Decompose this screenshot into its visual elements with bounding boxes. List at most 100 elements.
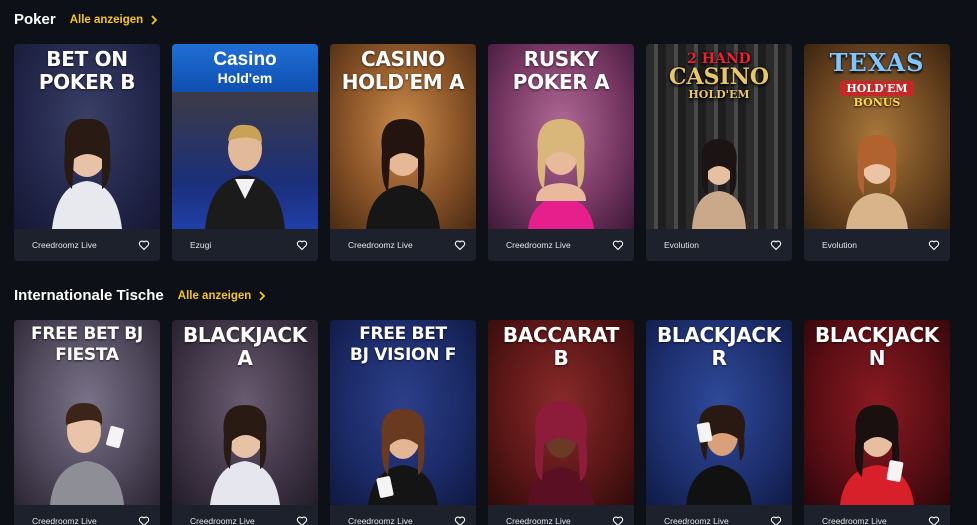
game-card[interactable]: BLACKJACK R Creedroomz Live: [646, 320, 792, 525]
logo-line: CASINO: [668, 64, 770, 90]
game-card[interactable]: Casino Hold'em Ezugi: [172, 44, 318, 261]
dealer-figure: [528, 401, 594, 505]
game-thumbnail: RUSKY POKER A: [488, 44, 634, 229]
provider-name: Creedroomz Live: [32, 240, 97, 250]
game-thumbnail: BLACKJACK R: [646, 320, 792, 505]
chevron-right-icon: [151, 14, 158, 25]
game-logo: TEXAS HOLD'EM BONUS: [804, 48, 950, 109]
game-title: BLACKJACK A: [182, 323, 308, 370]
heart-outline-icon: [296, 516, 307, 525]
dealer-figure: [368, 409, 438, 505]
provider-name: Creedroomz Live: [822, 516, 887, 525]
favorite-button[interactable]: [295, 515, 308, 525]
game-meta: Creedroomz Live: [14, 505, 160, 525]
heart-outline-icon: [296, 240, 307, 251]
game-title: FREE BET BJ FIESTA: [31, 324, 143, 365]
game-title: RUSKY POKER A: [512, 47, 610, 94]
dealer-figure: [366, 119, 440, 229]
game-title: BLACKJACK R: [656, 323, 782, 370]
game-title: BLACKJACK N: [814, 323, 940, 370]
favorite-button[interactable]: [137, 515, 150, 525]
favorite-button[interactable]: [927, 239, 940, 252]
favorite-button[interactable]: [611, 239, 624, 252]
game-card[interactable]: RUSKY POKER A Creedroomz Live: [488, 44, 634, 261]
favorite-button[interactable]: [927, 515, 940, 525]
game-logo: Casino Hold'em: [172, 44, 318, 92]
see-all-link[interactable]: Alle anzeigen: [70, 14, 159, 26]
game-thumbnail: BLACKJACK A: [172, 320, 318, 505]
game-meta: Evolution: [804, 229, 950, 261]
game-meta: Creedroomz Live: [804, 505, 950, 525]
game-card[interactable]: 2 HAND CASINO HOLD'EM Evolution: [646, 44, 792, 261]
game-thumbnail: BLACKJACK N: [804, 320, 950, 505]
game-thumbnail: BACCARAT B: [488, 320, 634, 505]
heart-outline-icon: [770, 516, 781, 525]
provider-name: Creedroomz Live: [348, 240, 413, 250]
heart-outline-icon: [928, 516, 939, 525]
provider-name: Ezugi: [190, 240, 212, 250]
heart-outline-icon: [612, 516, 623, 525]
game-card[interactable]: CASINO HOLD'EM A Creedroomz Live: [330, 44, 476, 261]
favorite-button[interactable]: [769, 515, 782, 525]
game-thumbnail: 2 HAND CASINO HOLD'EM: [646, 44, 792, 229]
game-card[interactable]: BET ON POKER B Creedroomz Live: [14, 44, 160, 261]
dealer-figure: [52, 118, 122, 229]
game-thumbnail: FREE BET BJ VISION F: [330, 320, 476, 505]
game-card[interactable]: FREE BET BJ FIESTA Creedroomz Live: [14, 320, 160, 525]
favorite-button[interactable]: [295, 239, 308, 252]
game-card[interactable]: TEXAS HOLD'EM BONUS Evolution: [804, 44, 950, 261]
game-meta: Creedroomz Live: [330, 229, 476, 261]
provider-name: Creedroomz Live: [506, 516, 571, 525]
dealer-figure: [205, 124, 285, 229]
favorite-button[interactable]: [769, 239, 782, 252]
game-meta: Creedroomz Live: [488, 229, 634, 261]
game-meta: Creedroomz Live: [646, 505, 792, 525]
dealer-figure: [686, 405, 752, 505]
game-meta: Creedroomz Live: [488, 505, 634, 525]
provider-name: Creedroomz Live: [348, 516, 413, 525]
see-all-label: Alle anzeigen: [177, 289, 252, 302]
game-thumbnail: CASINO HOLD'EM A: [330, 44, 476, 229]
provider-name: Creedroomz Live: [664, 516, 729, 525]
game-row-international-tables: FREE BET BJ FIESTA Creedroomz Live BLACK…: [14, 320, 950, 525]
game-thumbnail: FREE BET BJ FIESTA: [14, 320, 160, 505]
favorite-button[interactable]: [137, 239, 150, 252]
see-all-link[interactable]: Alle anzeigen: [178, 290, 267, 302]
game-thumbnail: BET ON POKER B: [14, 44, 160, 229]
provider-name: Evolution: [664, 240, 699, 250]
heart-outline-icon: [928, 240, 939, 251]
dealer-figure: [210, 405, 280, 505]
heart-outline-icon: [612, 240, 623, 251]
dealer-figure: [528, 119, 594, 229]
section-title: Internationale Tische: [14, 287, 164, 304]
dealer-figure: [840, 405, 914, 505]
favorite-button[interactable]: [453, 239, 466, 252]
game-meta: Evolution: [646, 229, 792, 261]
game-row-poker: BET ON POKER B Creedroomz Live Casino Ho…: [14, 44, 950, 261]
game-title: BET ON POKER B: [38, 47, 136, 94]
game-title: FREE BET BJ VISION F: [349, 324, 457, 365]
favorite-button[interactable]: [611, 515, 624, 525]
favorite-button[interactable]: [453, 515, 466, 525]
see-all-label: Alle anzeigen: [69, 13, 144, 26]
game-card[interactable]: BACCARAT B Creedroomz Live: [488, 320, 634, 525]
game-meta: Creedroomz Live: [172, 505, 318, 525]
game-card[interactable]: BLACKJACK N Creedroomz Live: [804, 320, 950, 525]
provider-name: Creedroomz Live: [190, 516, 255, 525]
game-meta: Creedroomz Live: [330, 505, 476, 525]
logo-line: HOLD'EM: [840, 81, 914, 96]
heart-outline-icon: [138, 240, 149, 251]
provider-name: Creedroomz Live: [506, 240, 571, 250]
game-meta: Ezugi: [172, 229, 318, 261]
logo-line: HOLD'EM: [688, 88, 750, 101]
provider-name: Evolution: [822, 240, 857, 250]
game-card[interactable]: BLACKJACK A Creedroomz Live: [172, 320, 318, 525]
heart-outline-icon: [138, 516, 149, 525]
provider-name: Creedroomz Live: [32, 516, 97, 525]
game-logo: 2 HAND CASINO HOLD'EM: [646, 50, 792, 104]
game-card[interactable]: FREE BET BJ VISION F Creedroomz Live: [330, 320, 476, 525]
game-thumbnail: TEXAS HOLD'EM BONUS: [804, 44, 950, 229]
logo-line: Hold'em: [217, 70, 273, 86]
heart-outline-icon: [454, 516, 465, 525]
logo-line: Casino: [213, 49, 277, 70]
